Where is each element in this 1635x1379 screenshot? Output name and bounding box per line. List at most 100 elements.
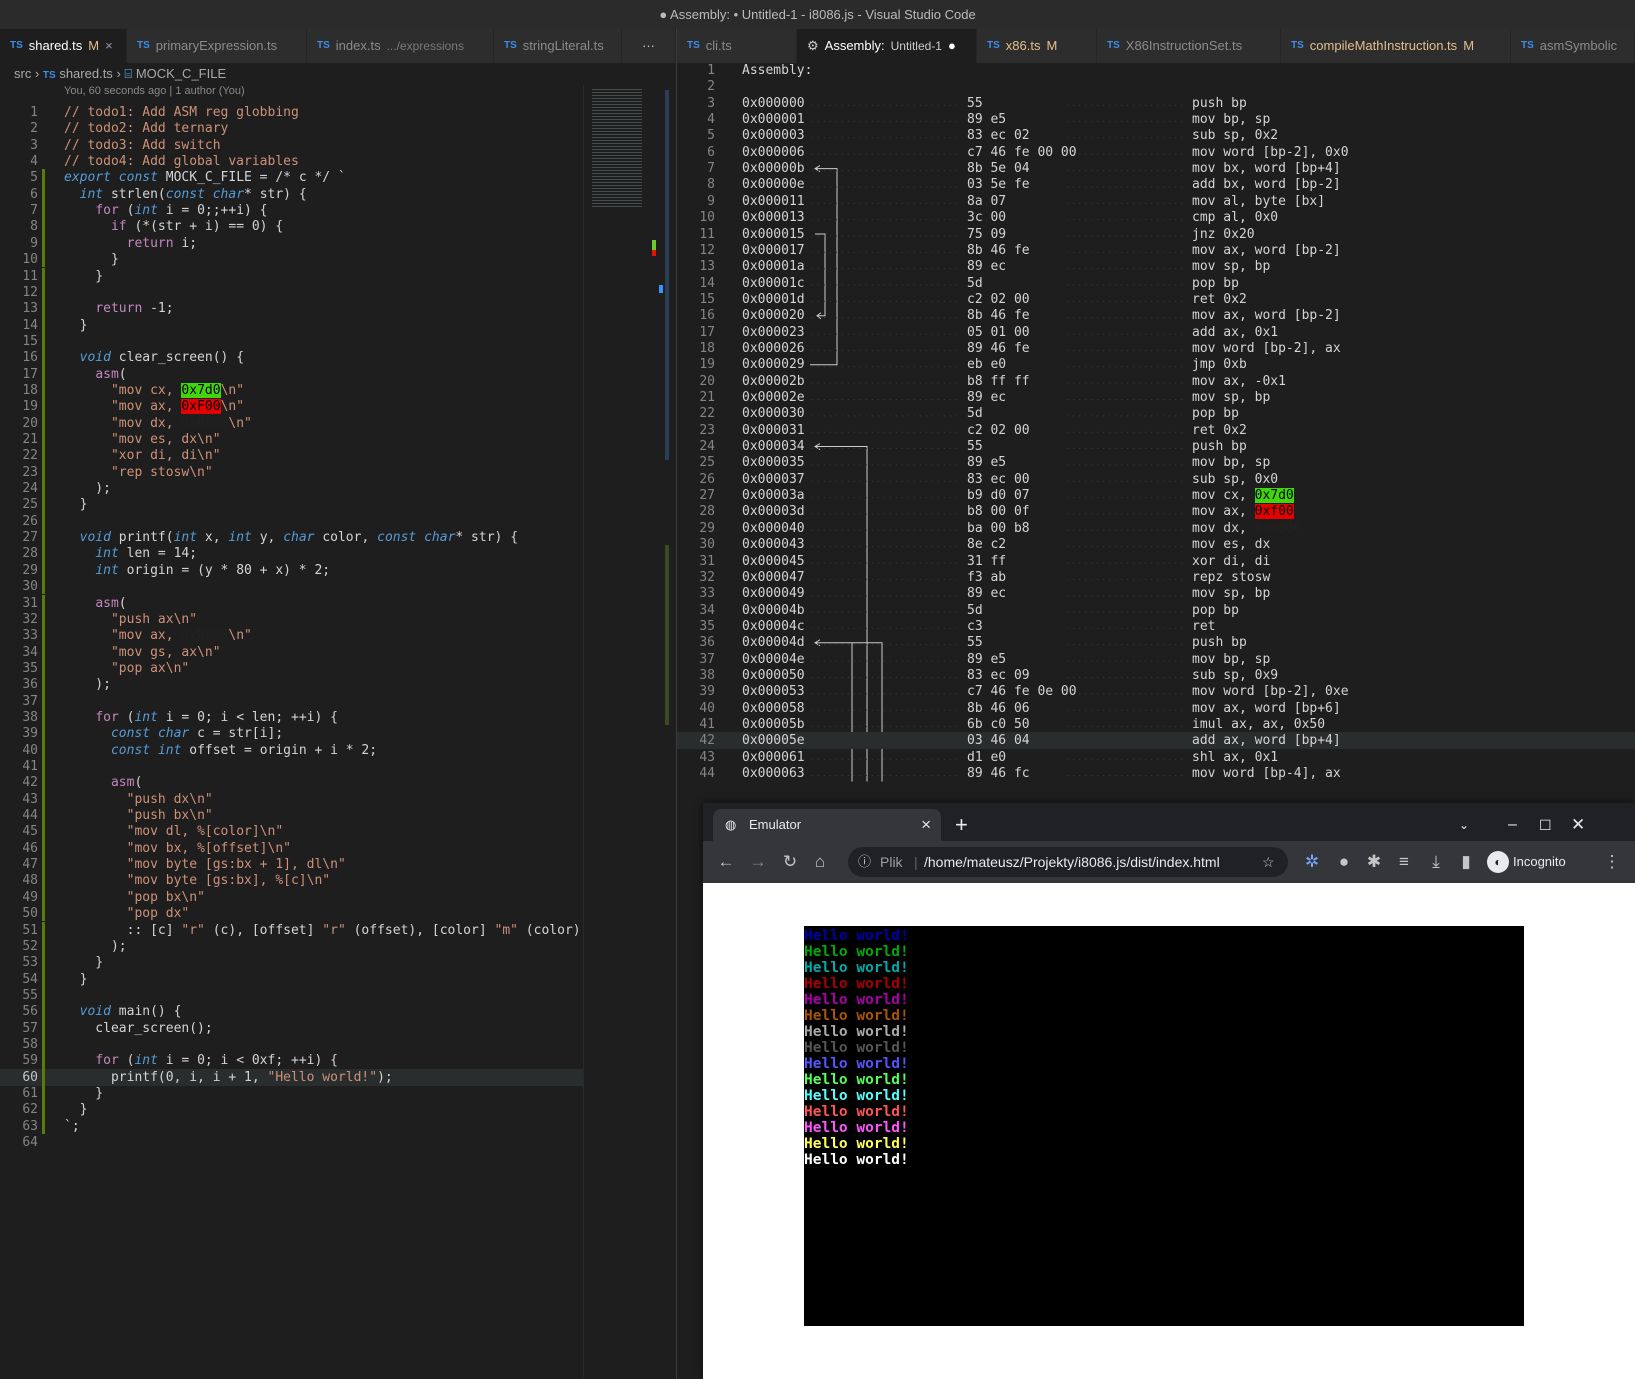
asm-line[interactable]: 33 0x000049 89 ec mov sp, bp [677,585,1635,602]
code-line[interactable]: 49 "pop bx\n" [0,889,583,906]
asm-line[interactable]: 29 0x000040 ba 00 b8 mov dx, 0xb800 [677,520,1635,537]
reload-icon[interactable]: ↻ [779,851,801,873]
close-icon[interactable]: × [105,29,113,63]
assembly-editor[interactable]: 1 Assembly: 2 3 0x000000 55 push bp 4 0x000001 89… [677,63,1635,803]
code-line[interactable]: 48 "mov byte [gs:bx], %[c]\n" [0,872,583,889]
code-line[interactable]: 47 "mov byte [gs:bx + 1], dl\n" [0,856,583,873]
code-line[interactable]: 43 "push dx\n" [0,791,583,808]
breadcrumb-file[interactable]: shared.ts [59,66,112,81]
code-line[interactable]: 53 } [0,954,583,971]
code-line[interactable]: 55 [0,987,583,1004]
asm-line[interactable]: 42 0x00005e 03 46 04 add ax, word [bp+4] [677,732,1635,750]
editor-scrollbar[interactable] [663,85,676,1379]
extension-icon[interactable]: ✲ [1301,851,1323,873]
tab-stringliteral-ts[interactable]: TS stringLiteral.ts [494,29,622,63]
codelens-blame[interactable]: You, 60 seconds ago | 1 author (You) [64,85,245,97]
code-line[interactable]: 21 "mov es, dx\n" [0,431,583,448]
forward-icon[interactable]: → [747,851,769,873]
code-line[interactable]: 63 `; [0,1118,583,1135]
code-line[interactable]: 45 "mov dl, %[color]\n" [0,823,583,840]
code-line[interactable]: 60 printf(0, i, i + 1, "Hello world!"); [0,1068,583,1086]
code-line[interactable]: 15 [0,333,583,350]
asm-line[interactable]: 13 0x00001a 89 ec mov sp, bp [677,258,1635,275]
code-line[interactable]: 44 "push bx\n" [0,807,583,824]
browser-tab-emulator[interactable]: ◍ Emulator × [713,809,941,841]
tab-primaryexpression-ts[interactable]: TS primaryExpression.ts [127,29,307,63]
extensions-puzzle-icon[interactable]: ✱ [1363,851,1385,873]
emulator-screen[interactable]: Hello world! Hello world! Hello world! Hell… [804,926,1524,1326]
asm-line[interactable]: 9 0x000011 8a 07 mov al, byte [bx] [677,193,1635,210]
code-line[interactable]: 20 "mov dx, 0xB800\n" [0,415,583,432]
code-line[interactable]: 4 // todo4: Add global variables [0,153,583,170]
code-line[interactable]: 26 [0,513,583,530]
asm-line[interactable]: 16 0x000020 8b 46 fe mov ax, word [bp-2] [677,307,1635,324]
asm-line[interactable]: 24 0x000034 55 push bp [677,438,1635,455]
asm-line[interactable]: 21 0x00002e 89 ec mov sp, bp [677,389,1635,406]
asm-line[interactable]: 11 0x000015 75 09 jnz 0x20 [677,226,1635,243]
code-line[interactable]: 62 } [0,1101,583,1118]
reading-list-icon[interactable]: ≡ [1393,851,1415,873]
code-line[interactable]: 25 } [0,496,583,513]
code-line[interactable]: 36 ); [0,676,583,693]
asm-line[interactable]: 12 0x000017 8b 46 fe mov ax, word [bp-2] [677,242,1635,259]
asm-line[interactable]: 3 0x000000 55 push bp [677,95,1635,112]
asm-line[interactable]: 44 0x000063 89 46 fc mov word [bp-4], ax [677,765,1635,782]
tab-index-ts[interactable]: TS index.ts .../expressions [307,29,494,63]
asm-line[interactable]: 26 0x000037 83 ec 00 sub sp, 0x0 [677,471,1635,488]
code-line[interactable]: 39 const char c = str[i]; [0,725,583,742]
asm-line[interactable]: 22 0x000030 5d pop bp [677,405,1635,422]
tab-x86instructionset-ts[interactable]: TS X86InstructionSet.ts [1097,29,1281,63]
asm-line[interactable]: 25 0x000035 89 e5 mov bp, sp [677,454,1635,471]
asm-line[interactable]: 8 0x00000e 03 5e fe add bx, word [bp-2] [677,176,1635,193]
asm-line[interactable]: 31 0x000045 31 ff xor di, di [677,553,1635,570]
asm-line[interactable]: 5 0x000003 83 ec 02 sub sp, 0x2 [677,127,1635,144]
asm-line[interactable]: 6 0x000006 c7 46 fe 00 00 mov word [bp-2], … [677,144,1635,161]
menu-kebab-icon[interactable]: ⋮ [1601,851,1623,873]
extension-icon[interactable]: ● [1333,851,1355,873]
asm-line[interactable]: 18 0x000026 89 46 fe mov word [bp-2], ax [677,340,1635,357]
asm-line[interactable]: 37 0x00004e 89 e5 mov bp, sp [677,651,1635,668]
asm-line[interactable]: 36 0x00004d 55 push bp [677,634,1635,651]
close-window-icon[interactable]: ✕ [1571,809,1585,841]
code-line[interactable]: 40 const int offset = origin + i * 2; [0,742,583,759]
code-line[interactable]: 29 int origin = (y * 80 + x) * 2; [0,562,583,579]
asm-line[interactable]: 4 0x000001 89 e5 mov bp, sp [677,111,1635,128]
code-line[interactable]: 11 } [0,268,583,285]
scrollbar-thumb[interactable] [665,90,669,460]
code-line[interactable]: 32 "push ax\n" [0,611,583,628]
close-tab-icon[interactable]: × [921,809,931,841]
asm-line[interactable]: 43 0x000061 d1 e0 shl ax, 0x1 [677,749,1635,766]
code-line[interactable]: 42 asm( [0,774,583,791]
asm-line[interactable]: 1 Assembly: [677,63,1635,79]
home-icon[interactable]: ⌂ [809,851,831,873]
minimize-icon[interactable]: – [1508,809,1517,841]
asm-line[interactable]: 32 0x000047 f3 ab repz stosw [677,569,1635,586]
code-line[interactable]: 64 [0,1134,583,1151]
code-line[interactable]: 22 "xor di, di\n" [0,447,583,464]
code-line[interactable]: 33 "mov ax, 0xB800\n" [0,627,583,644]
asm-line[interactable]: 41 0x00005b 6b c0 50 imul ax, ax, 0x50 [677,716,1635,733]
breadcrumb-folder[interactable]: src [14,66,31,81]
asm-line[interactable]: 2 [677,78,1635,95]
side-panel-icon[interactable]: ▮ [1455,851,1477,873]
bookmark-star-icon[interactable]: ☆ [1262,847,1275,877]
asm-line[interactable]: 40 0x000058 8b 46 06 mov ax, word [bp+6] [677,700,1635,717]
code-line[interactable]: 54 } [0,971,583,988]
tab-asmsymbolic[interactable]: TS asmSymbolic [1511,29,1635,63]
code-line[interactable]: 6 int strlen(const char* str) { [0,186,583,203]
code-line[interactable]: 23 "rep stosw\n" [0,464,583,481]
code-line[interactable]: 2 // todo2: Add ternary [0,120,583,137]
code-line[interactable]: 41 [0,758,583,775]
code-line[interactable]: 56 void main() { [0,1003,583,1020]
code-line[interactable]: 17 asm( [0,366,583,383]
code-line[interactable]: 38 for (int i = 0; i < len; ++i) { [0,709,583,726]
breadcrumb-symbol[interactable]: MOCK_C_FILE [136,66,226,81]
tab-assembly[interactable]: ⚙ Assembly: Untitled-1 ● [797,29,977,63]
tab-compilemathinstruction-ts[interactable]: TS compileMathInstruction.ts M [1281,29,1511,63]
asm-line[interactable]: 39 0x000053 c7 46 fe 0e 00 mov word [bp-2],… [677,683,1635,700]
code-line[interactable]: 8 if (*(str + i) == 0) { [0,218,583,235]
asm-line[interactable]: 17 0x000023 05 01 00 add ax, 0x1 [677,324,1635,341]
code-line[interactable]: 18 "mov cx, 0x7d0\n" [0,382,583,399]
code-line[interactable]: 30 [0,578,583,595]
code-line[interactable]: 46 "mov bx, %[offset]\n" [0,840,583,857]
